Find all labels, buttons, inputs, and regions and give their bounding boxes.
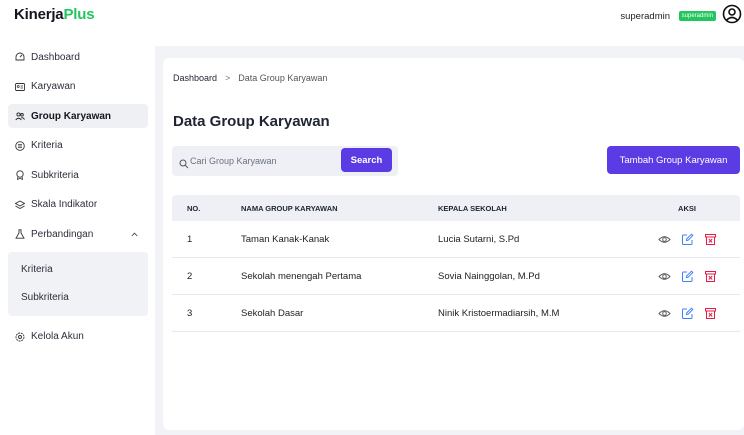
delete-icon[interactable] xyxy=(704,233,717,246)
app-logo[interactable]: KinerjaPlus xyxy=(14,6,95,23)
table-row: 2 Sekolah menengah Pertama Sovia Nainggo… xyxy=(172,258,740,295)
view-icon[interactable] xyxy=(657,307,671,320)
cell-no: 2 xyxy=(187,270,193,282)
layers-icon xyxy=(15,199,25,210)
table-row: 1 Taman Kanak-Kanak Lucia Sutarni, S.Pd xyxy=(172,221,740,258)
cell-kepala: Ninik Kristoermadiarsih, M.M xyxy=(438,307,560,319)
chevron-up-icon xyxy=(131,230,138,239)
search-icon xyxy=(179,156,189,169)
col-header-aksi: AKSI xyxy=(678,203,696,213)
sidebar-item-subkriteria[interactable]: Subkriteria xyxy=(8,163,148,187)
sidebar-item-karyawan[interactable]: Karyawan xyxy=(8,75,148,99)
row-actions xyxy=(634,269,740,283)
sidebar-item-label: Skala Indikator xyxy=(31,199,98,210)
edit-icon[interactable] xyxy=(681,232,694,246)
top-bar: superadmin superadmin xyxy=(155,0,744,46)
add-group-button[interactable]: Tambah Group Karyawan xyxy=(607,146,740,174)
breadcrumb-separator: > xyxy=(225,73,231,83)
users-icon xyxy=(15,111,25,121)
content-card: Dashboard > Data Group Karyawan Data Gro… xyxy=(163,58,744,430)
sidebar-item-kelola-akun[interactable]: Kelola Akun xyxy=(8,325,148,349)
cell-name: Taman Kanak-Kanak xyxy=(241,233,330,245)
sidebar-item-group-karyawan[interactable]: Group Karyawan xyxy=(8,104,148,128)
role-badge: superadmin xyxy=(678,11,716,21)
id-card-icon xyxy=(15,82,25,92)
sidebar-item-label: Perbandingan xyxy=(31,228,94,240)
list-icon xyxy=(15,140,25,151)
sidebar-item-label: Karyawan xyxy=(31,81,76,92)
cell-no: 1 xyxy=(187,233,193,245)
submenu-item-subkriteria[interactable]: Subkriteria xyxy=(8,284,148,312)
search-box: Search xyxy=(172,146,398,176)
cell-name: Sekolah menengah Pertama xyxy=(241,270,362,282)
sidebar-item-label: Subkriteria xyxy=(31,169,79,181)
sidebar-nav: Dashboard Karyawan Group Karyawan Kriter… xyxy=(8,45,148,354)
col-header-kepala: KEPALA SEKOLAH xyxy=(438,203,507,213)
edit-icon[interactable] xyxy=(681,269,694,283)
row-actions xyxy=(634,232,740,246)
gear-icon xyxy=(15,332,25,342)
cell-kepala: Sovia Nainggolan, M.Pd xyxy=(438,270,540,282)
sidebar-item-dashboard[interactable]: Dashboard xyxy=(8,45,148,69)
breadcrumb: Dashboard > Data Group Karyawan xyxy=(173,73,327,83)
group-table: NO. NAMA GROUP KARYAWAN KEPALA SEKOLAH A… xyxy=(172,195,740,332)
row-actions xyxy=(634,306,740,320)
logo-text-part2: Plus xyxy=(63,6,95,23)
breadcrumb-home[interactable]: Dashboard xyxy=(173,73,217,83)
logo-text-part1: Kinerja xyxy=(14,6,64,23)
col-header-no: NO. xyxy=(187,203,201,213)
sidebar-item-perbandingan[interactable]: Perbandingan xyxy=(8,222,148,246)
cell-name: Sekolah Dasar xyxy=(241,307,304,319)
edit-icon[interactable] xyxy=(681,306,694,320)
table-header: NO. NAMA GROUP KARYAWAN KEPALA SEKOLAH A… xyxy=(172,195,740,221)
search-input[interactable] xyxy=(190,151,340,171)
delete-icon[interactable] xyxy=(704,270,717,283)
username: superadmin xyxy=(620,11,670,22)
dashboard-icon xyxy=(15,52,25,62)
sidebar: KinerjaPlus Dashboard Karyawan Group Kar… xyxy=(0,0,155,435)
submenu-item-kriteria[interactable]: Kriteria xyxy=(8,256,148,284)
view-icon[interactable] xyxy=(657,270,671,283)
col-header-name: NAMA GROUP KARYAWAN xyxy=(241,203,338,213)
page-title: Data Group Karyawan xyxy=(173,113,330,130)
sidebar-item-kriteria[interactable]: Kriteria xyxy=(8,134,148,158)
sidebar-item-label: Group Karyawan xyxy=(31,110,112,122)
flask-icon xyxy=(15,229,25,239)
badge-icon xyxy=(15,170,25,180)
sidebar-item-skala-indikator[interactable]: Skala Indikator xyxy=(8,193,148,217)
perbandingan-submenu: Kriteria Subkriteria xyxy=(8,251,148,316)
cell-kepala: Lucia Sutarni, S.Pd xyxy=(438,233,520,245)
sidebar-item-label: Dashboard xyxy=(31,51,80,63)
sidebar-item-label: Kriteria xyxy=(31,140,63,151)
search-button[interactable]: Search xyxy=(341,148,392,172)
cell-no: 3 xyxy=(187,307,193,319)
table-row: 3 Sekolah Dasar Ninik Kristoermadiarsih,… xyxy=(172,295,740,332)
user-avatar-icon[interactable] xyxy=(722,4,742,24)
delete-icon[interactable] xyxy=(704,307,717,320)
view-icon[interactable] xyxy=(657,233,671,246)
sidebar-item-label: Kelola Akun xyxy=(31,331,84,342)
breadcrumb-current: Data Group Karyawan xyxy=(238,73,328,83)
